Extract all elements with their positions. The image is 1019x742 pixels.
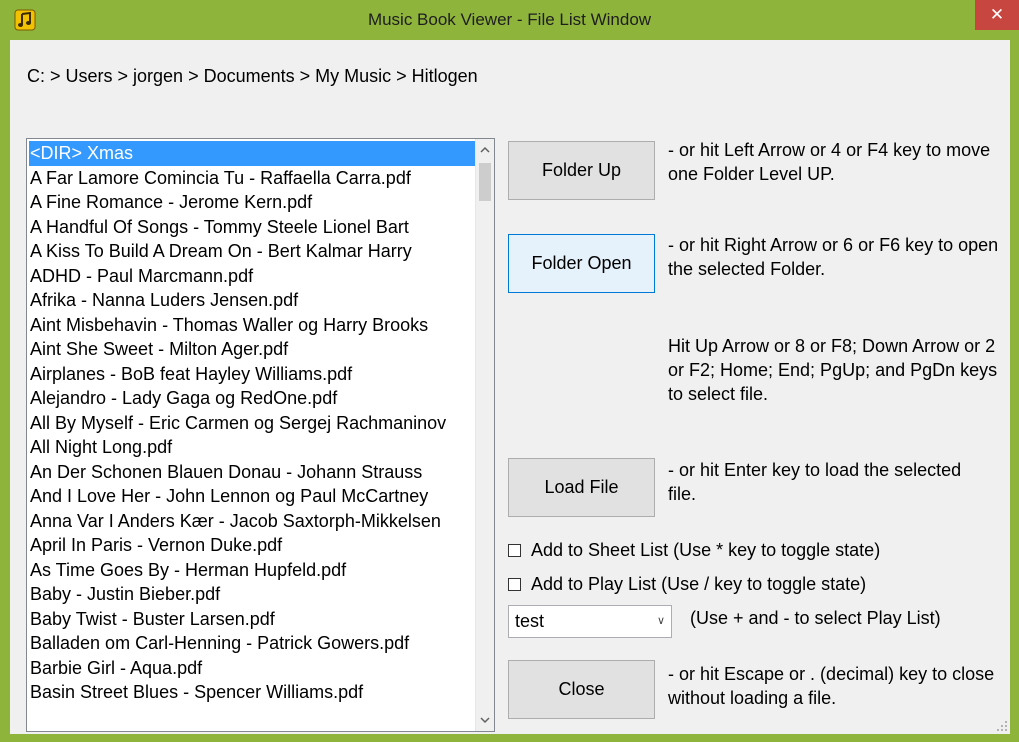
list-item[interactable]: All Night Long.pdf [29, 435, 475, 460]
main-window: Music Book Viewer - File List Window ✕ C… [0, 0, 1019, 742]
list-item[interactable]: A Fine Romance - Jerome Kern.pdf [29, 190, 475, 215]
play-list-checkbox-label: Add to Play List (Use / key to toggle st… [531, 574, 867, 594]
load-file-hint: - or hit Enter key to load the selected … [668, 460, 962, 504]
list-item[interactable]: An Der Schonen Blauen Donau - Johann Str… [29, 460, 475, 485]
title-bar: Music Book Viewer - File List Window ✕ [0, 0, 1019, 40]
list-item[interactable]: April In Paris - Vernon Duke.pdf [29, 533, 475, 558]
list-item[interactable]: <DIR> Xmas [29, 141, 475, 166]
vertical-scrollbar[interactable] [475, 139, 494, 731]
list-item[interactable]: Basin Street Blues - Spencer Williams.pd… [29, 680, 475, 705]
play-list-checkbox[interactable] [508, 578, 521, 591]
scroll-up-arrow-icon[interactable] [476, 141, 494, 159]
scroll-down-arrow-icon[interactable] [476, 711, 494, 729]
play-list-select-value: test [515, 611, 545, 631]
navigation-hint: Hit Up Arrow or 8 or F8; Down Arrow or 2… [668, 336, 998, 404]
list-item[interactable]: Baby - Justin Bieber.pdf [29, 582, 475, 607]
list-item[interactable]: And I Love Her - John Lennon og Paul McC… [29, 484, 475, 509]
sheet-list-checkbox-label: Add to Sheet List (Use * key to toggle s… [531, 540, 881, 560]
resize-grip-icon[interactable] [996, 720, 1008, 732]
folder-up-button[interactable]: Folder Up [508, 141, 655, 200]
play-list-select[interactable]: test ∨ [508, 605, 672, 638]
breadcrumb: C: > Users > jorgen > Documents > My Mus… [27, 66, 478, 86]
sheet-list-checkbox-row[interactable]: Add to Sheet List (Use * key to toggle s… [508, 540, 880, 561]
list-item[interactable]: A Kiss To Build A Dream On - Bert Kalmar… [29, 239, 475, 264]
close-hint: - or hit Escape or . (decimal) key to cl… [668, 664, 995, 708]
list-item[interactable]: Barbie Girl - Aqua.pdf [29, 656, 475, 681]
close-window-button[interactable]: ✕ [975, 0, 1019, 30]
list-item[interactable]: Anna Var I Anders Kær - Jacob Saxtorph-M… [29, 509, 475, 534]
file-list-items: <DIR> Xmas A Far Lamore Comincia Tu - Raf… [29, 141, 475, 729]
sheet-list-checkbox[interactable] [508, 544, 521, 557]
scroll-thumb[interactable] [479, 163, 491, 201]
chevron-down-icon: ∨ [656, 615, 665, 627]
file-listbox[interactable]: <DIR> Xmas A Far Lamore Comincia Tu - Raf… [26, 138, 495, 732]
list-item[interactable]: Afrika - Nanna Luders Jensen.pdf [29, 288, 475, 313]
list-item[interactable]: A Handful Of Songs - Tommy Steele Lionel… [29, 215, 475, 240]
list-item[interactable]: Baby Twist - Buster Larsen.pdf [29, 607, 475, 632]
close-button[interactable]: Close [508, 660, 655, 719]
client-area: C: > Users > jorgen > Documents > My Mus… [10, 40, 1010, 734]
folder-open-hint: - or hit Right Arrow or 6 or F6 key to o… [668, 235, 999, 279]
list-item[interactable]: Alejandro - Lady Gaga og RedOne.pdf [29, 386, 475, 411]
list-item[interactable]: Aint She Sweet - Milton Ager.pdf [29, 337, 475, 362]
list-item[interactable]: A Far Lamore Comincia Tu - Raffaella Car… [29, 166, 475, 191]
window-title: Music Book Viewer - File List Window [367, 10, 652, 29]
list-item[interactable]: Balladen om Carl-Henning - Patrick Gower… [29, 631, 475, 656]
load-file-button[interactable]: Load File [508, 458, 655, 517]
list-item[interactable]: All By Myself - Eric Carmen og Sergej Ra… [29, 411, 475, 436]
list-item[interactable]: As Time Goes By - Herman Hupfeld.pdf [29, 558, 475, 583]
list-item[interactable]: Airplanes - BoB feat Hayley Williams.pdf [29, 362, 475, 387]
list-item[interactable]: Aint Misbehavin - Thomas Waller og Harry… [29, 313, 475, 338]
list-item[interactable]: ADHD - Paul Marcmann.pdf [29, 264, 475, 289]
close-icon: ✕ [989, 5, 1005, 24]
folder-open-button[interactable]: Folder Open [508, 234, 655, 293]
play-list-select-hint: (Use + and - to select Play List) [690, 608, 941, 628]
folder-up-hint: - or hit Left Arrow or 4 or F4 key to mo… [668, 140, 991, 184]
play-list-checkbox-row[interactable]: Add to Play List (Use / key to toggle st… [508, 574, 866, 595]
